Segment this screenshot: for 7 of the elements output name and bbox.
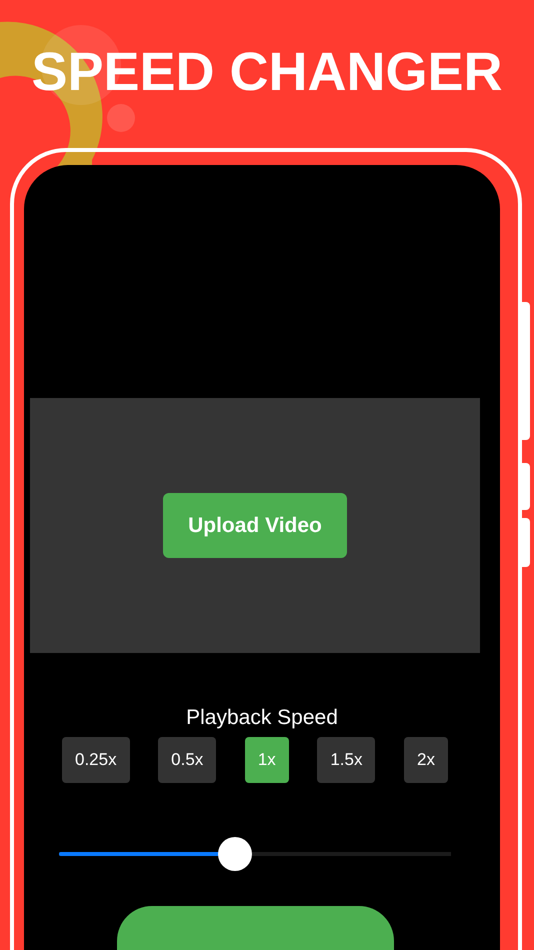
speed-button[interactable]: 1.5x	[317, 737, 376, 783]
app-title: SPEED CHANGER	[30, 41, 504, 104]
speed-button[interactable]: 0.25x	[62, 737, 130, 783]
slider-thumb[interactable]	[218, 837, 252, 871]
speed-button[interactable]: 2x	[404, 737, 448, 783]
speed-button[interactable]: 0.5x	[158, 737, 216, 783]
playback-speed-label: Playback Speed	[185, 706, 339, 731]
